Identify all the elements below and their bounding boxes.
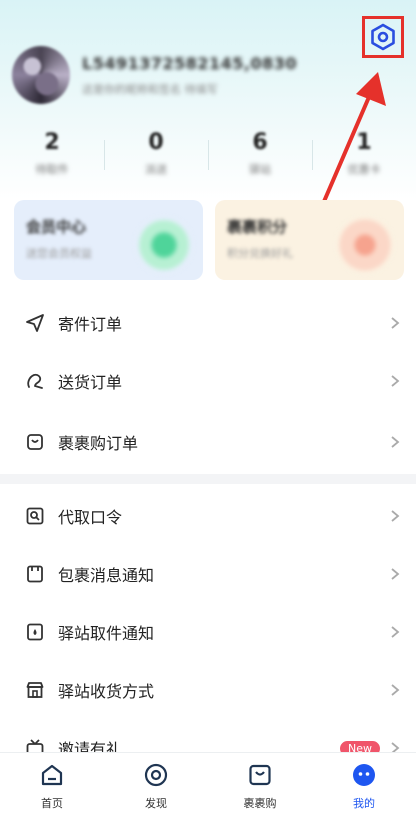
send-icon <box>24 312 46 334</box>
delivery-icon <box>24 370 46 392</box>
menu-label: 裹裹购订单 <box>58 434 139 453</box>
stat-label: 派送 <box>145 163 167 176</box>
nav-home[interactable]: 首页 <box>0 753 104 820</box>
chevron-right-icon <box>388 316 402 330</box>
menu-label: 驿站收货方式 <box>58 682 155 701</box>
settings-menu: 代取口令 包裹消息通知 驿站取件通知 驿站收货方式 邀请有礼 New <box>0 487 416 777</box>
stat-item[interactable]: 6 驿站 <box>208 130 312 190</box>
order-menu: 寄件订单 送货订单 裹裹购订单 <box>0 294 416 474</box>
chevron-right-icon <box>388 435 402 449</box>
mascot-icon <box>336 216 394 274</box>
chevron-right-icon <box>388 374 402 388</box>
menu-item-pickup-code[interactable]: 代取口令 <box>0 487 416 545</box>
menu-label: 包裹消息通知 <box>58 566 155 585</box>
nav-label: 裹裹购 <box>243 797 277 810</box>
nav-label: 我的 <box>353 797 375 810</box>
heart-badge-icon <box>135 216 193 274</box>
chevron-right-icon <box>388 509 402 523</box>
stat-value: 0 <box>148 130 164 155</box>
points-card[interactable]: 裹裹积分 积分兑换好礼 <box>215 200 404 280</box>
nav-discover[interactable]: 发现 <box>104 753 208 820</box>
stat-label: 优惠卡 <box>347 163 381 176</box>
stat-item[interactable]: 0 派送 <box>104 130 208 190</box>
shop-icon <box>246 761 274 789</box>
stat-item[interactable]: 1 优惠卡 <box>312 130 416 190</box>
menu-item-delivery-orders[interactable]: 送货订单 <box>0 352 416 410</box>
stat-item[interactable]: 2 待取件 <box>0 130 104 190</box>
username: L5491372582145,0830 <box>82 53 298 73</box>
user-note: 这是你的昵称和签名 待填写 <box>82 82 218 96</box>
member-card[interactable]: 会员中心 送您会员权益 <box>14 200 203 280</box>
menu-item-station-delivery-method[interactable]: 驿站收货方式 <box>0 661 416 719</box>
menu-label: 寄件订单 <box>58 315 123 334</box>
menu-item-send-orders[interactable]: 寄件订单 <box>0 294 416 352</box>
nav-profile[interactable]: 我的 <box>312 753 416 820</box>
menu-item-package-notify[interactable]: 包裹消息通知 <box>0 545 416 603</box>
profile-header: L5491372582145,0830 这是你的昵称和签名 待填写 2 待取件 … <box>0 0 416 236</box>
bottom-navigation: 首页 发现 裹裹购 我的 <box>0 752 416 820</box>
chevron-right-icon <box>388 683 402 697</box>
menu-item-shop-orders[interactable]: 裹裹购订单 <box>0 410 416 474</box>
stat-value: 2 <box>44 130 60 155</box>
settings-icon <box>371 23 395 51</box>
profile-icon <box>350 761 378 789</box>
station-notify-icon <box>24 621 46 643</box>
stat-value: 1 <box>356 130 372 155</box>
nav-label: 首页 <box>41 797 63 810</box>
pickup-code-icon <box>24 505 46 527</box>
chevron-right-icon <box>388 625 402 639</box>
avatar[interactable] <box>12 46 70 104</box>
store-icon <box>24 679 46 701</box>
stat-value: 6 <box>252 130 268 155</box>
promo-cards: 会员中心 送您会员权益 裹裹积分 积分兑换好礼 <box>14 200 404 280</box>
shopping-bag-icon <box>24 431 46 453</box>
section-divider <box>0 474 416 484</box>
settings-button[interactable] <box>362 16 404 58</box>
stats-row: 2 待取件 0 派送 6 驿站 1 优惠卡 <box>0 130 416 190</box>
menu-item-station-notify[interactable]: 驿站取件通知 <box>0 603 416 661</box>
nav-label: 发现 <box>145 797 167 810</box>
stat-label: 驿站 <box>249 163 271 176</box>
home-icon <box>38 761 66 789</box>
profile-info[interactable]: L5491372582145,0830 这是你的昵称和签名 待填写 <box>12 46 297 104</box>
menu-label: 送货订单 <box>58 373 123 392</box>
stat-label: 待取件 <box>35 163 69 176</box>
chevron-right-icon <box>388 567 402 581</box>
menu-label: 驿站取件通知 <box>58 624 155 643</box>
nav-shop[interactable]: 裹裹购 <box>208 753 312 820</box>
discover-icon <box>142 761 170 789</box>
package-notify-icon <box>24 563 46 585</box>
menu-label: 代取口令 <box>58 508 123 527</box>
